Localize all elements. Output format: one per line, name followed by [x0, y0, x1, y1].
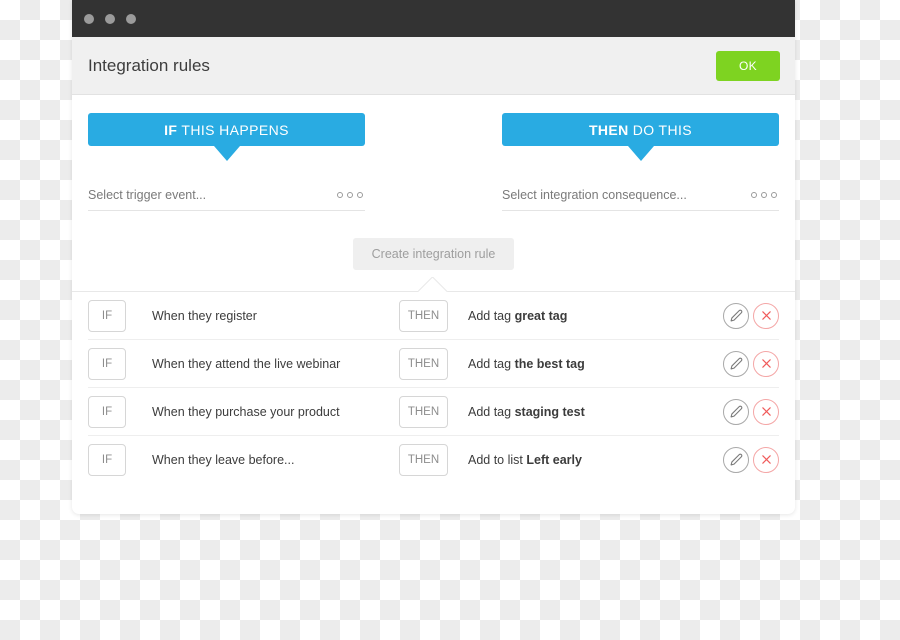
if-badge: IF: [88, 443, 126, 476]
section-divider: [72, 291, 795, 292]
rules-list: IF When they register THEN Add tag great…: [72, 292, 795, 483]
then-badge: THEN: [399, 443, 448, 476]
window-dot-maximize[interactable]: [126, 13, 136, 24]
if-banner: IF THIS HAPPENS: [88, 113, 365, 146]
if-column: IF THIS HAPPENS Select trigger event...: [88, 113, 365, 211]
table-row[interactable]: IF When they purchase your product THEN …: [88, 388, 779, 436]
table-row[interactable]: IF When they leave before... THEN Add to…: [88, 436, 779, 483]
trigger-select-placeholder: Select trigger event...: [88, 188, 207, 202]
then-column: THEN DO THIS Select integration conseque…: [502, 113, 779, 211]
if-banner-strong: IF: [164, 121, 178, 138]
close-circle-icon[interactable]: [753, 302, 779, 329]
then-badge: THEN: [399, 395, 448, 428]
pencil-icon[interactable]: [723, 398, 749, 425]
window-titlebar: [72, 0, 795, 37]
consequence-select-placeholder: Select integration consequence...: [502, 188, 687, 202]
window-dot-close[interactable]: [84, 13, 94, 24]
pencil-icon[interactable]: [723, 350, 749, 377]
rule-trigger-text: When they register: [152, 308, 257, 323]
close-circle-icon[interactable]: [753, 446, 779, 473]
window-dot-minimize[interactable]: [105, 13, 115, 24]
divider-notch-icon: [418, 277, 450, 292]
then-banner-strong: THEN: [588, 121, 629, 138]
row-actions: [723, 446, 779, 473]
create-rule-wrap: Create integration rule: [88, 238, 779, 270]
row-actions: [723, 302, 779, 329]
close-circle-icon[interactable]: [753, 350, 779, 377]
close-circle-icon[interactable]: [753, 398, 779, 425]
rule-trigger-text: When they attend the live webinar: [152, 356, 341, 371]
pencil-icon[interactable]: [723, 302, 749, 329]
then-banner: THEN DO THIS: [502, 113, 779, 146]
ellipsis-icon[interactable]: [337, 192, 365, 198]
rule-trigger-text: When they leave before...: [152, 452, 295, 467]
rule-action-text: Add to list Left early: [468, 452, 582, 467]
dialog-header: Integration rules OK: [72, 37, 795, 95]
rule-builder: IF THIS HAPPENS Select trigger event... …: [72, 95, 795, 291]
if-badge: IF: [88, 347, 126, 380]
rule-action-text: Add tag staging test: [468, 404, 585, 419]
pencil-icon[interactable]: [723, 446, 749, 473]
if-badge: IF: [88, 395, 126, 428]
table-row[interactable]: IF When they attend the live webinar THE…: [88, 340, 779, 388]
row-actions: [723, 398, 779, 425]
banner-row: IF THIS HAPPENS Select trigger event... …: [88, 113, 779, 211]
row-actions: [723, 350, 779, 377]
if-badge: IF: [88, 299, 126, 332]
then-badge: THEN: [399, 299, 448, 332]
consequence-select[interactable]: Select integration consequence...: [502, 188, 779, 211]
page-title: Integration rules: [88, 55, 210, 75]
app-window: Integration rules OK IF THIS HAPPENS Sel…: [72, 0, 795, 514]
rule-action-text: Add tag the best tag: [468, 356, 585, 371]
then-banner-rest: DO THIS: [632, 121, 693, 138]
if-banner-rest: THIS HAPPENS: [181, 121, 289, 138]
if-banner-arrow: [213, 146, 240, 161]
then-badge: THEN: [399, 347, 448, 380]
create-integration-rule-button[interactable]: Create integration rule: [352, 238, 515, 270]
table-row[interactable]: IF When they register THEN Add tag great…: [88, 292, 779, 340]
ok-button[interactable]: OK: [716, 50, 780, 81]
rule-action-text: Add tag great tag: [468, 308, 568, 323]
ellipsis-icon[interactable]: [751, 192, 779, 198]
rule-trigger-text: When they purchase your product: [152, 404, 340, 419]
trigger-select[interactable]: Select trigger event...: [88, 188, 365, 211]
then-banner-arrow: [627, 146, 654, 161]
